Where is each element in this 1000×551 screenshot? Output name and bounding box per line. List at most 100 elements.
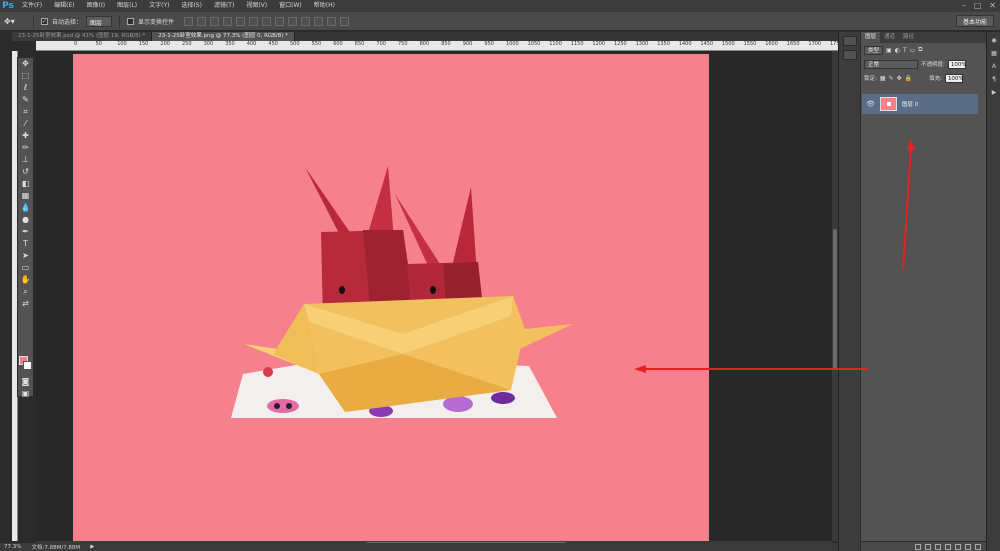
quick-mask-icon[interactable]: ◙ xyxy=(18,376,33,388)
paragraph-panel-icon[interactable]: ¶ xyxy=(989,76,999,84)
new-group-icon[interactable] xyxy=(955,543,961,550)
align-hcenter-icon[interactable] xyxy=(236,16,246,26)
distribute-top-icon[interactable] xyxy=(262,16,272,26)
blend-mode-select[interactable]: 正常 xyxy=(864,59,918,69)
layer-row[interactable]: 👁 图层 0 xyxy=(862,94,978,114)
screen-mode-icon[interactable]: ▣ xyxy=(18,388,33,400)
brush-tool-icon[interactable]: ✏ xyxy=(18,142,33,154)
move-tool-icon[interactable]: ✥▾ xyxy=(4,15,26,28)
distribute-bottom-icon[interactable] xyxy=(288,16,298,26)
menu-view[interactable]: 视图(V) xyxy=(240,0,273,12)
move-tool-icon[interactable]: ✥ xyxy=(18,58,33,70)
hand-tool-icon[interactable]: ✋ xyxy=(18,274,33,286)
filter-pixel-icon[interactable]: ▣ xyxy=(886,47,892,54)
lock-pixels-icon[interactable]: ✎ xyxy=(889,75,894,82)
background-color-swatch[interactable] xyxy=(23,361,32,370)
tab-paths[interactable]: 路径 xyxy=(899,32,918,43)
blend-opacity-row: 正常 不透明度: 100% xyxy=(861,57,986,71)
align-bottom-icon[interactable] xyxy=(210,16,220,26)
show-transform-checkbox[interactable] xyxy=(127,17,135,25)
dodge-tool-icon[interactable]: ● xyxy=(18,214,33,226)
align-right-icon[interactable] xyxy=(249,16,259,26)
lasso-tool-icon[interactable]: ℓ xyxy=(18,82,33,94)
lock-position-icon[interactable]: ✥ xyxy=(897,75,902,82)
menu-window[interactable]: 窗口(W) xyxy=(273,0,308,12)
tab-layers[interactable]: 图层 xyxy=(861,32,881,43)
menu-image[interactable]: 图像(I) xyxy=(81,0,111,12)
trash-icon[interactable] xyxy=(975,543,981,550)
dock-history-icon[interactable] xyxy=(843,36,857,46)
history-brush-tool-icon[interactable]: ↺ xyxy=(18,166,33,178)
filter-shape-icon[interactable]: ▭ xyxy=(910,47,916,54)
swatches-panel-icon[interactable]: ▦ xyxy=(989,50,999,58)
actions-panel-icon[interactable]: ▶ xyxy=(989,89,999,97)
distribute-left-icon[interactable] xyxy=(301,16,311,26)
clone-stamp-tool-icon[interactable]: ⊥ xyxy=(18,154,33,166)
lock-transparent-icon[interactable]: ▦ xyxy=(880,75,886,82)
ruler-tick: 400 xyxy=(246,41,257,47)
align-left-icon[interactable] xyxy=(223,16,233,26)
swap-colors-icon[interactable]: ⇄ xyxy=(18,298,33,310)
distribute-right-icon[interactable] xyxy=(327,16,337,26)
gradient-tool-icon[interactable]: ▦ xyxy=(18,190,33,202)
distribute-vcenter-icon[interactable] xyxy=(275,16,285,26)
character-panel-icon[interactable]: A xyxy=(989,63,999,71)
dock-properties-icon[interactable] xyxy=(843,50,857,60)
shape-tool-icon[interactable]: ▭ xyxy=(18,262,33,274)
color-panel-icon[interactable]: ◉ xyxy=(989,37,999,45)
quick-select-tool-icon[interactable]: ✎ xyxy=(18,94,33,106)
workspace-switcher[interactable]: 基本功能 xyxy=(955,15,994,27)
new-layer-icon[interactable] xyxy=(965,543,971,550)
filter-adjust-icon[interactable]: ◐ xyxy=(895,47,900,54)
fill-input[interactable]: 100% xyxy=(944,73,964,83)
add-mask-icon[interactable] xyxy=(935,543,941,550)
blur-tool-icon[interactable]: 💧 xyxy=(18,202,33,214)
menu-type[interactable]: 文字(Y) xyxy=(143,0,175,12)
photoshop-logo: Ps xyxy=(2,1,14,11)
tab-document-png[interactable]: 23-1-25卧室效果.png @ 77.3% (图层 0, RGB/8) * xyxy=(152,32,295,41)
layer-style-icon[interactable] xyxy=(925,543,931,550)
align-vcenter-icon[interactable] xyxy=(197,16,207,26)
minimize-button[interactable]: – xyxy=(962,1,966,10)
eye-icon[interactable]: 👁 xyxy=(866,100,875,108)
adjustment-layer-icon[interactable] xyxy=(945,543,951,550)
auto-select-dropdown[interactable]: 图层 xyxy=(86,15,113,27)
distribute-hcenter-icon[interactable] xyxy=(314,16,324,26)
auto-select-checkbox[interactable]: ✓ xyxy=(41,17,48,25)
canvas-area[interactable] xyxy=(36,51,832,542)
layers-panel-footer xyxy=(861,541,987,551)
close-button[interactable]: ✕ xyxy=(989,1,996,10)
tab-channels[interactable]: 通道 xyxy=(880,32,899,43)
menu-layer[interactable]: 图层(L) xyxy=(111,0,143,12)
zoom-level[interactable]: 77.3% xyxy=(4,544,21,550)
type-tool-icon[interactable]: T xyxy=(18,238,33,250)
lock-all-icon[interactable]: 🔒 xyxy=(905,75,912,82)
healing-brush-tool-icon[interactable]: ✚ xyxy=(18,130,33,142)
eraser-tool-icon[interactable]: ◧ xyxy=(18,178,33,190)
filter-type-icon[interactable]: T xyxy=(903,47,907,54)
link-layers-icon[interactable] xyxy=(915,543,921,550)
opacity-input[interactable]: 100% xyxy=(947,59,967,69)
tab-document-psd[interactable]: 23-1-25卧室效果.psd @ 41% (图层 19, RGB/8) * xyxy=(12,32,153,41)
filter-smart-icon[interactable]: ⧉ xyxy=(918,46,922,54)
pen-tool-icon[interactable]: ✒ xyxy=(18,226,33,238)
status-arrow-icon[interactable]: ▶ xyxy=(90,544,94,550)
menu-edit[interactable]: 编辑(E) xyxy=(48,0,80,12)
zoom-tool-icon[interactable]: ⌕ xyxy=(18,286,33,298)
menu-help[interactable]: 帮助(H) xyxy=(308,0,341,12)
maximize-button[interactable]: □ xyxy=(974,1,982,10)
auto-align-icon[interactable] xyxy=(340,16,350,26)
vertical-scroll-thumb[interactable] xyxy=(833,229,837,369)
menu-file[interactable]: 文件(F) xyxy=(16,0,48,12)
path-select-tool-icon[interactable]: ➤ xyxy=(18,250,33,262)
menu-select[interactable]: 选择(S) xyxy=(175,0,208,12)
ruler-tick: 1250 xyxy=(614,41,627,47)
document-canvas[interactable] xyxy=(73,54,709,542)
marquee-tool-icon[interactable]: ⬚ xyxy=(18,70,33,82)
layer-kind-filter[interactable]: 类型 xyxy=(864,45,884,55)
eyedropper-tool-icon[interactable]: ⁄ xyxy=(18,118,33,130)
layer-name[interactable]: 图层 0 xyxy=(902,100,918,108)
menu-filter[interactable]: 滤镜(T) xyxy=(208,0,240,12)
crop-tool-icon[interactable]: ⌗ xyxy=(18,106,33,118)
align-top-icon[interactable] xyxy=(184,16,194,26)
